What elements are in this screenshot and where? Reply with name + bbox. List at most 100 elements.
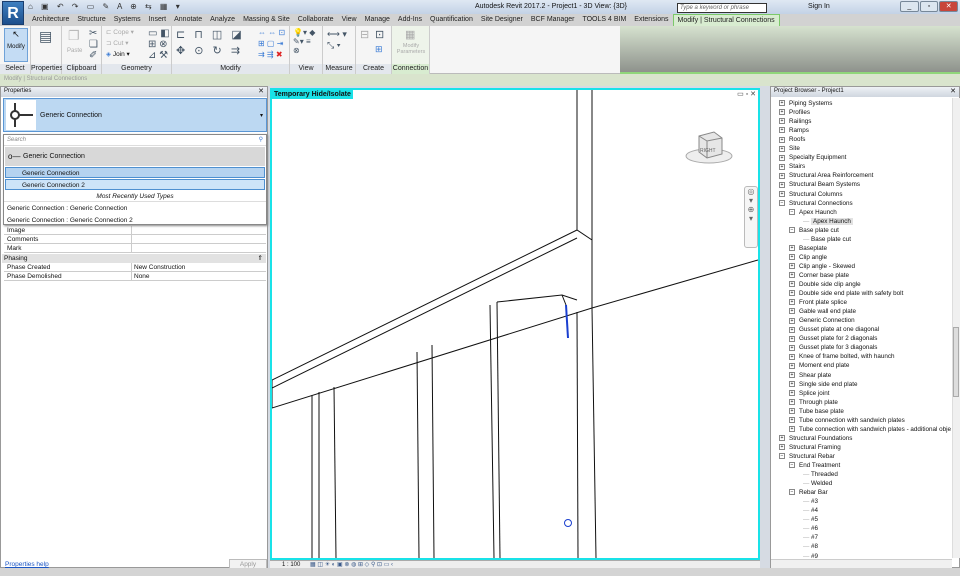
expand-icon[interactable]: + <box>789 344 795 351</box>
tab-manage[interactable]: Manage <box>361 14 394 26</box>
tree-item[interactable]: + Gusset plate for 2 diagonals <box>789 334 877 343</box>
tree-item[interactable]: + Structural Area Reinforcement <box>779 171 873 180</box>
split-face-icon[interactable]: ▭ ◧ <box>148 28 170 39</box>
tree-item[interactable]: + Tube base plate <box>789 407 844 416</box>
tree-item[interactable]: + Front plate splice <box>789 298 847 307</box>
scrollbar-thumb[interactable] <box>953 327 959 397</box>
cut-geometry-button[interactable]: ⊐ Cut ▾ <box>106 39 128 47</box>
tree-item[interactable]: + Generic Connection <box>789 316 855 325</box>
tree-item[interactable]: — #9 <box>803 552 818 559</box>
tree-item[interactable]: + Tube connection with sandwich plates <box>789 416 905 425</box>
tree-item[interactable]: + Structural Beam Systems <box>779 180 860 189</box>
tree-item[interactable]: — #7 <box>803 533 818 542</box>
help-search-input[interactable]: Type a keyword or phrase <box>677 3 767 13</box>
application-menu-button[interactable]: R <box>2 1 24 25</box>
properties-help-link[interactable]: Properties help <box>5 561 49 568</box>
tab-site-designer[interactable]: Site Designer <box>477 14 527 26</box>
tab-structure[interactable]: Structure <box>73 14 109 26</box>
tree-item[interactable]: + Profiles <box>779 108 810 117</box>
expand-icon[interactable]: + <box>779 127 785 134</box>
collapse-icon[interactable]: − <box>789 462 795 469</box>
tree-item[interactable]: — Welded <box>803 479 832 488</box>
expand-icon[interactable]: + <box>779 100 785 107</box>
tab-view[interactable]: View <box>338 14 361 26</box>
expand-icon[interactable]: + <box>789 426 795 433</box>
collapse-icon[interactable]: − <box>779 199 785 206</box>
tree-item[interactable]: + Gable wall end plate <box>789 307 856 316</box>
tree-item[interactable]: — #6 <box>803 524 818 533</box>
close-icon[interactable]: ✕ <box>950 87 956 95</box>
expand-icon[interactable]: + <box>789 299 795 306</box>
tab-add-ins[interactable]: Add-Ins <box>394 14 426 26</box>
quick-access-toolbar[interactable]: ⌂ ▣ ↶ ↷ ▭ ✎ A ⊕ ⇆ ▦ ▾ <box>28 2 183 11</box>
type-option[interactable]: Generic Connection <box>5 167 265 178</box>
tree-item[interactable]: + Double side clip angle <box>789 280 861 289</box>
expand-icon[interactable]: + <box>789 371 795 378</box>
tab-bcf-manager[interactable]: BCF Manager <box>527 14 579 26</box>
tab-modify-structural-connections[interactable]: Modify | Structural Connections <box>672 14 780 26</box>
expand-icon[interactable]: + <box>779 435 785 442</box>
tab-massing-site[interactable]: Massing & Site <box>239 14 294 26</box>
expand-icon[interactable]: + <box>789 353 795 360</box>
tree-item[interactable]: + Clip angle <box>789 253 827 262</box>
tree-item[interactable]: + Single side end plate <box>789 380 857 389</box>
maximize-button[interactable]: ▫ <box>919 1 939 12</box>
tab-collaborate[interactable]: Collaborate <box>294 14 338 26</box>
tree-item[interactable]: + Moment end plate <box>789 361 849 370</box>
tab-quantification[interactable]: Quantification <box>426 14 477 26</box>
expand-icon[interactable]: + <box>789 245 795 252</box>
close-icon[interactable]: ✕ <box>258 87 264 95</box>
tree-item[interactable]: — #3 <box>803 497 818 506</box>
3d-viewport[interactable]: Temporary Hide/Isolate ▭ ▫ ✕ RIGHT ◎ ▾ ⊕ ▾ <box>270 88 760 560</box>
measure-icon[interactable]: ⟷ ▾ ⤡ ▾ <box>327 29 347 51</box>
expand-icon[interactable]: + <box>779 154 785 161</box>
view-tools-icons[interactable]: 💡▾ ◆ ✎▾ ≡ ⊗ <box>293 28 315 55</box>
expand-icon[interactable]: + <box>779 109 785 116</box>
tree-item[interactable]: − Base plate cut <box>789 226 839 235</box>
tree-item[interactable]: — #5 <box>803 515 818 524</box>
expand-icon[interactable]: + <box>779 181 785 188</box>
phasing-group[interactable]: Phasing ⇑ <box>2 254 266 263</box>
tree-item[interactable]: + Tube connection with sandwich plates - … <box>789 425 951 434</box>
expand-icon[interactable]: + <box>779 444 785 451</box>
array-scale-icons[interactable]: ⇔ ⇔ ⊡ <box>258 28 285 37</box>
expand-icon[interactable]: + <box>779 136 785 143</box>
create-similar-icon[interactable]: ⊡ <box>375 28 384 41</box>
expand-icon[interactable]: + <box>789 281 795 288</box>
tree-item[interactable]: — Base plate cut <box>803 235 851 244</box>
viewcube[interactable]: RIGHT <box>684 128 734 168</box>
tree-item[interactable]: — Apex Haunch <box>803 217 853 226</box>
expand-icon[interactable]: + <box>789 398 795 405</box>
tree-item[interactable]: — #8 <box>803 542 818 551</box>
tree-item[interactable]: + Structural Framing <box>779 443 841 452</box>
join-button[interactable]: ◈ Join ▾ <box>106 50 130 58</box>
expand-icon[interactable]: + <box>779 190 785 197</box>
mru-item[interactable]: Generic Connection : Generic Connection … <box>4 214 266 226</box>
tab-analyze[interactable]: Analyze <box>206 14 239 26</box>
expand-icon[interactable]: + <box>789 272 795 279</box>
tree-item[interactable]: + Baseplate <box>789 244 827 253</box>
tree-item[interactable]: + Stairs <box>779 162 805 171</box>
modify-button[interactable]: ↖ Modify <box>4 28 28 62</box>
close-button[interactable]: ✕ <box>939 1 959 12</box>
delete-icons[interactable]: ⇉ ⇶ ✖ <box>258 50 283 59</box>
tree-item[interactable]: + Structural Foundations <box>779 434 852 443</box>
type-option[interactable]: Generic Connection 2 <box>5 179 265 190</box>
minimize-button[interactable]: _ <box>900 1 919 12</box>
expand-icon[interactable]: + <box>789 408 795 415</box>
expand-icon[interactable]: + <box>789 380 795 387</box>
modify-parameters-icon[interactable]: ▦ <box>405 28 415 41</box>
tree-item[interactable]: + Gusset plate for 3 diagonals <box>789 343 877 352</box>
tab-insert[interactable]: Insert <box>145 14 171 26</box>
paste-icon[interactable]: ❐ <box>68 28 80 44</box>
collapse-icon[interactable]: − <box>789 227 795 234</box>
expand-icon[interactable]: + <box>789 326 795 333</box>
tree-item[interactable]: + Specialty Equipment <box>779 153 846 162</box>
tree-item[interactable]: + Double side end plate with safety bolt <box>789 289 903 298</box>
expand-icon[interactable]: + <box>789 389 795 396</box>
tree-item[interactable]: + Site <box>779 144 800 153</box>
expand-icon[interactable]: + <box>779 163 785 170</box>
tree-item[interactable]: − Rebar Bar <box>789 488 828 497</box>
cope-button[interactable]: ⊏ Cope ▾ <box>106 28 134 36</box>
tree-item[interactable]: + Shear plate <box>789 371 831 380</box>
